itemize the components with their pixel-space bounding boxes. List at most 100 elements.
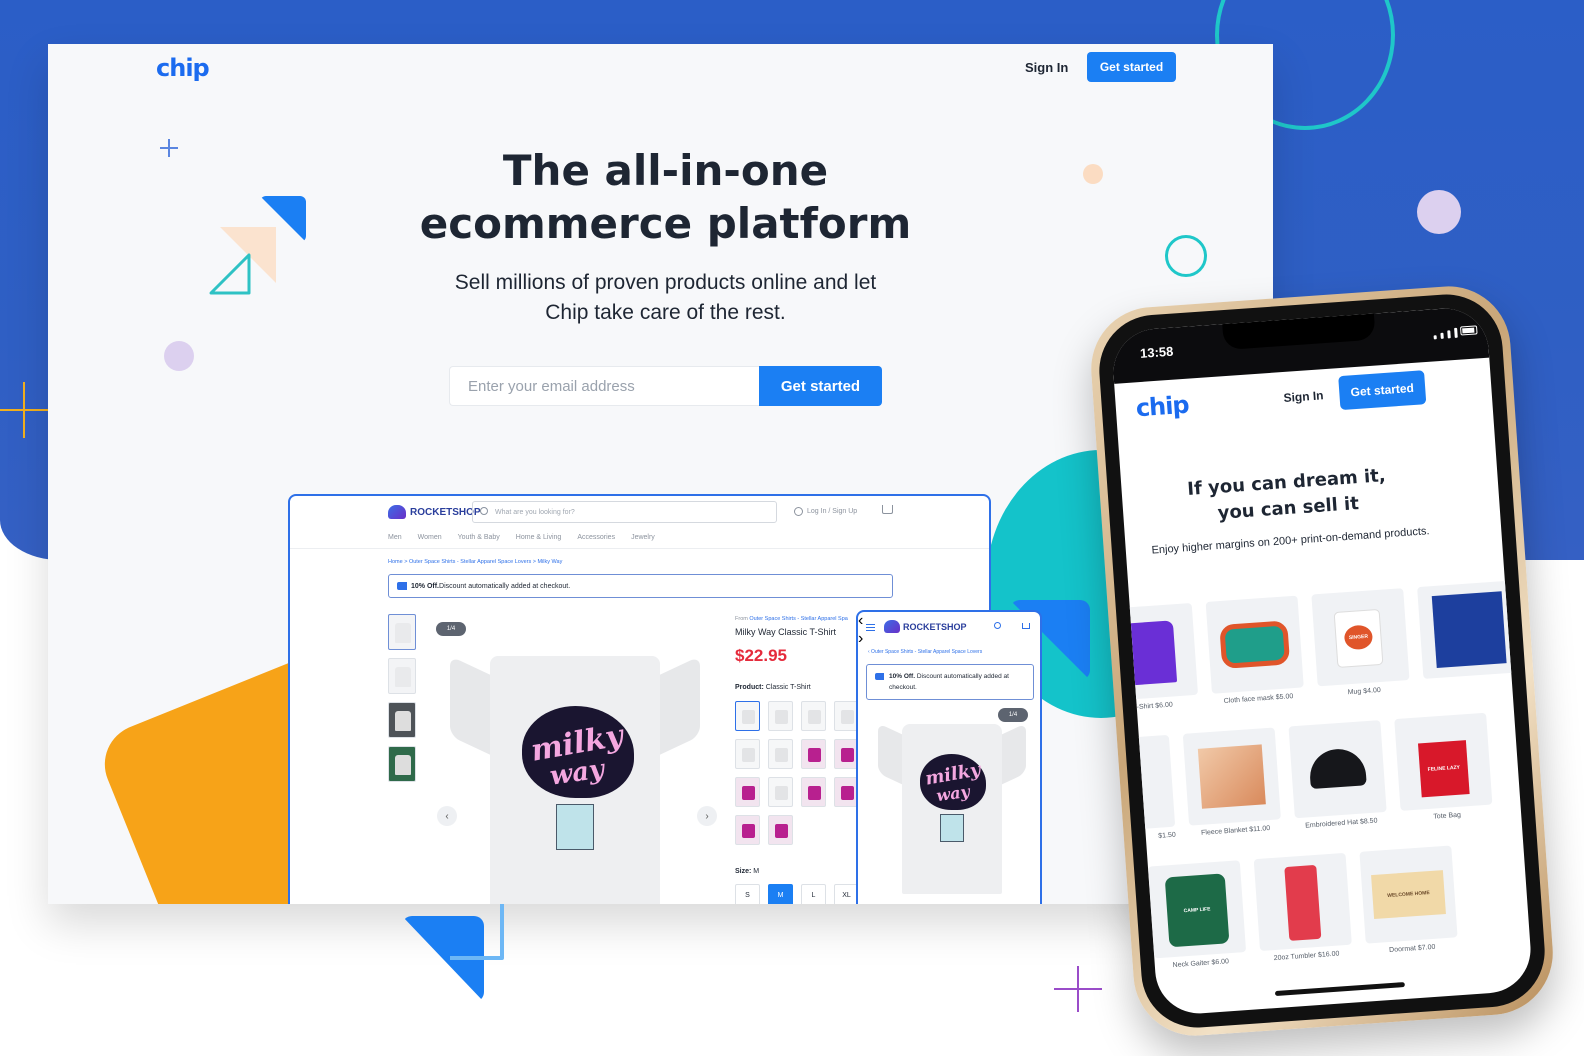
size-label: Size: M bbox=[735, 868, 759, 875]
thumbnail[interactable] bbox=[388, 614, 416, 650]
thumbnail-shirt-image bbox=[395, 623, 411, 643]
menu-item-youth-baby[interactable]: Youth & Baby bbox=[458, 534, 500, 541]
teal-outline-arrow-shape bbox=[208, 252, 252, 296]
variant-option[interactable] bbox=[801, 739, 826, 769]
product-image: milky way bbox=[878, 723, 1026, 894]
cart-icon[interactable] bbox=[882, 505, 893, 514]
product-row: CAMP LIFE Neck Gaiter $6.00 20oz Tumbler… bbox=[1147, 845, 1459, 970]
lavender-dot bbox=[1417, 190, 1461, 234]
rocketshop-logo-text: ROCKETSHOP bbox=[410, 506, 481, 518]
hero-subtitle-line1: Sell millions of proven products online … bbox=[454, 271, 877, 294]
product-card-face-mask[interactable]: Cloth face mask $5.00 bbox=[1205, 595, 1305, 706]
product-row: $1.50 Fleece Blanket $11.00 Embroidered … bbox=[1110, 712, 1494, 845]
thumbnail[interactable] bbox=[388, 746, 416, 782]
variant-image bbox=[775, 786, 788, 800]
tag-icon bbox=[397, 582, 407, 590]
product-caption: 20oz Tumbler $16.00 bbox=[1273, 950, 1340, 963]
lavender-dot-small bbox=[164, 341, 194, 371]
signal-bar bbox=[1454, 327, 1458, 338]
face-mask-image bbox=[1219, 620, 1291, 669]
discount-banner: 10% Off. Discount automatically added at… bbox=[866, 664, 1034, 700]
size-option-l[interactable]: L bbox=[801, 884, 826, 904]
product-card-neck-gaiter[interactable]: CAMP LIFE Neck Gaiter $6.00 bbox=[1147, 860, 1247, 970]
variant-image bbox=[841, 710, 854, 724]
battery-icon bbox=[1460, 325, 1478, 336]
rocketshop-logo[interactable]: ROCKETSHOP bbox=[884, 620, 967, 633]
chip-logo[interactable]: chip bbox=[1135, 391, 1190, 423]
product-caption: Fleece Blanket $11.00 bbox=[1200, 825, 1271, 837]
product-card-cropped[interactable] bbox=[1417, 580, 1516, 691]
variant-option[interactable] bbox=[801, 701, 826, 731]
shop-mobile-mockup: ROCKETSHOP ‹ Outer Space Shirts - Stella… bbox=[856, 610, 1042, 904]
product-image: FELINE LAZY bbox=[1394, 712, 1493, 811]
breadcrumb[interactable]: ‹ Outer Space Shirts - Stellar Apparel S… bbox=[868, 649, 982, 655]
image-counter-badge: 1/4 bbox=[998, 708, 1028, 722]
get-started-button[interactable]: Get started bbox=[1338, 370, 1427, 411]
menu-item-accessories[interactable]: Accessories bbox=[577, 534, 615, 541]
phone-mockup: 13:58 chip Sign In Get started If you ca… bbox=[1087, 282, 1557, 1040]
status-time: 13:58 bbox=[1139, 343, 1174, 361]
hero-title-line1: The all-in-one bbox=[502, 146, 829, 195]
variant-option[interactable] bbox=[735, 701, 760, 731]
phone-hero-title: If you can dream it, you can sell it bbox=[1161, 461, 1414, 530]
menu-item-home-living[interactable]: Home & Living bbox=[516, 534, 562, 541]
thumbnail[interactable] bbox=[388, 702, 416, 738]
variant-option[interactable] bbox=[735, 777, 760, 807]
user-icon bbox=[794, 507, 803, 516]
variant-image bbox=[742, 710, 755, 724]
variant-option[interactable] bbox=[768, 739, 793, 769]
hero-title: The all-in-one ecommerce platform bbox=[388, 144, 943, 250]
product-caption: Mug $4.00 bbox=[1347, 686, 1381, 697]
chip-logo[interactable]: chip bbox=[156, 54, 210, 82]
size-option-s[interactable]: S bbox=[735, 884, 760, 904]
email-get-started-button[interactable]: Get started bbox=[759, 366, 882, 406]
thumbnail[interactable] bbox=[388, 658, 416, 694]
thumbnail-shirt-image bbox=[395, 667, 411, 687]
sign-in-link[interactable]: Sign In bbox=[1283, 388, 1324, 405]
email-input[interactable]: Enter your email address bbox=[449, 366, 759, 406]
product-thumbnails bbox=[388, 614, 416, 782]
variant-image bbox=[808, 710, 821, 724]
discount-banner-bold: 10% Off. bbox=[889, 673, 916, 680]
size-option-m[interactable]: M bbox=[768, 884, 793, 904]
product-row: T-Shirt $6.00 Cloth face mask $5.00 SING… bbox=[1110, 580, 1517, 713]
size-selector: S M L XL bbox=[735, 884, 859, 904]
product-caption: Cloth face mask $5.00 bbox=[1223, 693, 1294, 705]
shop-login-link[interactable]: Log In / Sign Up bbox=[794, 507, 857, 516]
variant-option[interactable] bbox=[801, 777, 826, 807]
divider bbox=[290, 548, 989, 549]
search-icon bbox=[480, 507, 488, 515]
menu-item-jewelry[interactable]: Jewelry bbox=[631, 534, 655, 541]
variant-option[interactable] bbox=[735, 739, 760, 769]
breadcrumb[interactable]: Home > Outer Space Shirts - Stellar Appa… bbox=[388, 559, 562, 565]
shop-search-input[interactable]: What are you looking for? bbox=[472, 501, 777, 523]
variant-image bbox=[775, 748, 788, 762]
product-from-link[interactable]: Outer Space Shirts - Stellar Apparel Spa bbox=[749, 616, 847, 622]
sign-in-link[interactable]: Sign In bbox=[1025, 60, 1068, 75]
product-type-label: Product: Classic T-Shirt bbox=[735, 684, 811, 691]
shop-category-menu: Men Women Youth & Baby Home & Living Acc… bbox=[388, 534, 655, 541]
product-image bbox=[1182, 727, 1281, 826]
variant-option[interactable] bbox=[768, 777, 793, 807]
product-card-fleece-blanket[interactable]: Fleece Blanket $11.00 bbox=[1182, 727, 1282, 837]
variant-option[interactable] bbox=[768, 701, 793, 731]
product-caption: Doormat $7.00 bbox=[1388, 943, 1436, 955]
product-card-tote-bag[interactable]: FELINE LAZY Tote Bag bbox=[1394, 712, 1493, 823]
variant-option[interactable] bbox=[735, 815, 760, 845]
search-icon[interactable] bbox=[994, 622, 1001, 629]
menu-item-women[interactable]: Women bbox=[418, 534, 442, 541]
product-card-embroidered-hat[interactable]: Embroidered Hat $8.50 bbox=[1288, 720, 1387, 830]
rocketshop-logo-text: ROCKETSHOP bbox=[903, 621, 967, 632]
next-image-arrow-icon[interactable]: › bbox=[697, 806, 717, 826]
variant-option[interactable] bbox=[768, 815, 793, 845]
variant-image bbox=[841, 786, 854, 800]
product-card-tumbler[interactable]: 20oz Tumbler $16.00 bbox=[1253, 852, 1353, 963]
product-card-doormat[interactable]: WELCOME HOME Doormat $7.00 bbox=[1359, 845, 1458, 955]
product-card-mug[interactable]: SINGER Mug $4.00 bbox=[1311, 588, 1410, 698]
get-started-button[interactable]: Get started bbox=[1087, 52, 1176, 82]
hamburger-menu-icon[interactable] bbox=[866, 624, 875, 631]
menu-item-men[interactable]: Men bbox=[388, 534, 402, 541]
cart-icon[interactable] bbox=[1022, 623, 1030, 629]
product-from-label: From bbox=[735, 616, 748, 622]
rocketshop-logo[interactable]: ROCKETSHOP bbox=[388, 505, 481, 519]
